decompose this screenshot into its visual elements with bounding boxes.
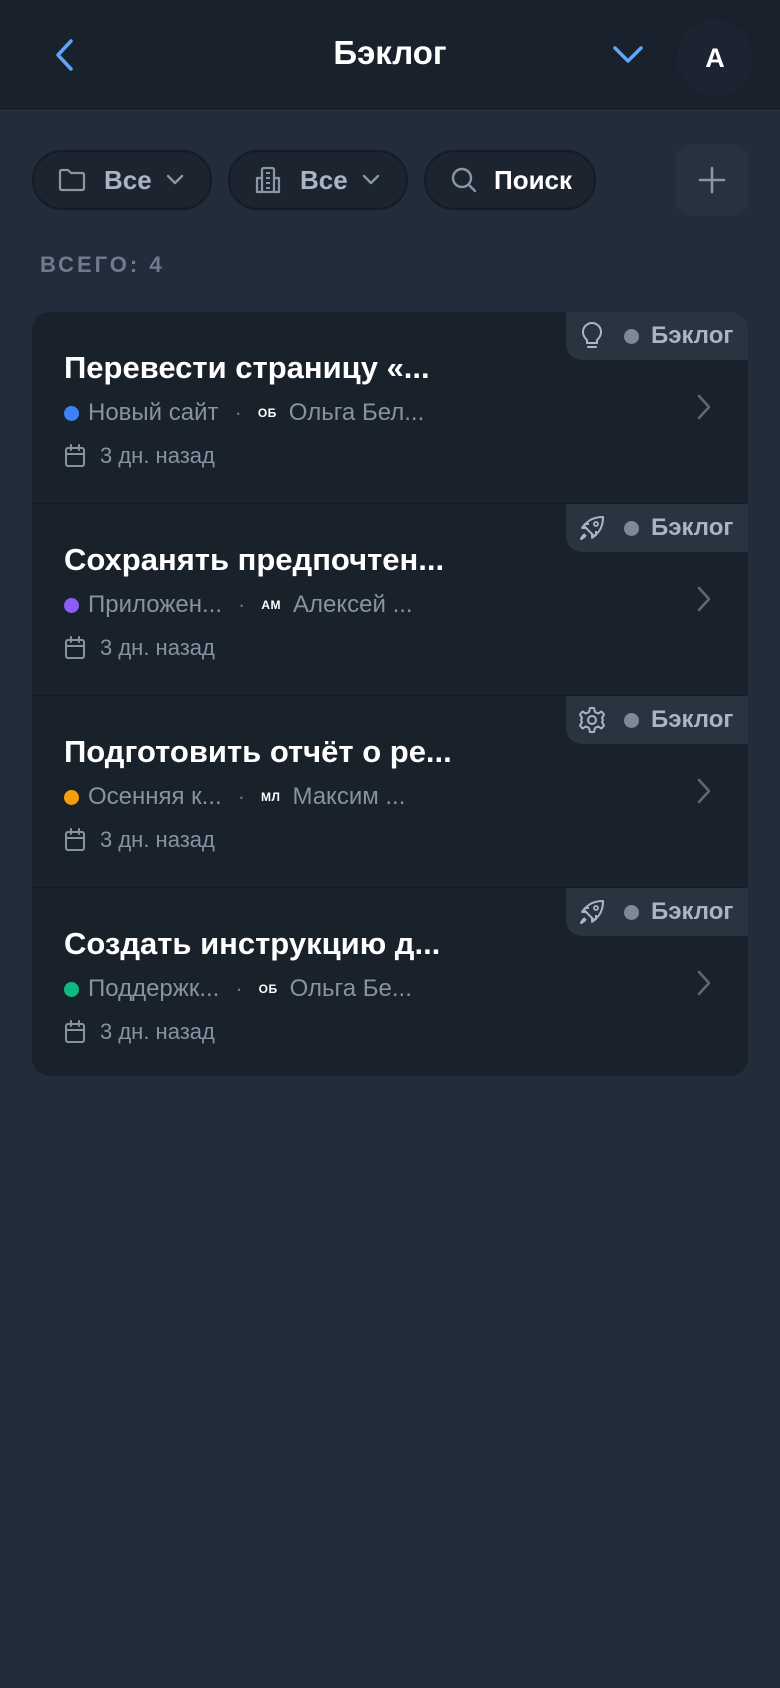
status-badge: Бэклог xyxy=(566,504,748,552)
status-dot xyxy=(624,904,639,920)
task-list: Бэклог Перевести страницу «... Новый сай… xyxy=(32,312,748,1076)
date-text: 3 дн. назад xyxy=(100,635,215,660)
assignee-initials: ОБ xyxy=(258,982,278,996)
separator-dot: · xyxy=(235,976,243,1001)
chevron-right-icon xyxy=(696,392,716,422)
search-label: Поиск xyxy=(494,164,573,195)
status-badge: Бэклог xyxy=(566,696,748,744)
task-title: Создать инструкцию д... xyxy=(64,926,441,961)
project-color-dot xyxy=(64,789,79,805)
add-task-button[interactable] xyxy=(676,144,748,216)
user-avatar[interactable]: A xyxy=(677,20,753,96)
task-title: Сохранять предпочтен... xyxy=(64,542,445,577)
chevron-down-icon xyxy=(166,170,186,190)
status-label: Бэклог xyxy=(651,322,734,349)
task-meta: Новый сайт · ОБ Ольга Бел... xyxy=(64,398,424,428)
separator-dot: · xyxy=(234,400,242,425)
assignee-name: Ольга Бел... xyxy=(288,399,425,426)
task-card[interactable]: Бэклог Сохранять предпочтен... Приложен.… xyxy=(32,504,748,696)
project-name: Осенняя к... xyxy=(88,783,222,810)
task-card[interactable]: Бэклог Перевести страницу «... Новый сай… xyxy=(32,312,748,504)
task-date: 3 дн. назад xyxy=(64,1017,215,1047)
building-icon xyxy=(254,166,282,194)
task-date: 3 дн. назад xyxy=(64,633,215,663)
date-text: 3 дн. назад xyxy=(100,443,215,468)
folder-filter[interactable]: Все xyxy=(32,150,212,210)
status-label: Бэклог xyxy=(651,898,734,925)
status-label: Бэклог xyxy=(651,706,734,733)
project-name: Приложен... xyxy=(88,591,223,618)
status-badge: Бэклог xyxy=(566,312,748,360)
task-title: Перевести страницу «... xyxy=(64,350,430,385)
page-title: Бэклог xyxy=(333,34,447,71)
chevron-right-icon xyxy=(696,584,716,614)
status-badge: Бэклог xyxy=(566,888,748,936)
project-name: Поддержк... xyxy=(88,975,220,1002)
calendar-icon xyxy=(64,444,86,468)
plus-icon xyxy=(698,166,726,194)
calendar-icon xyxy=(64,1020,86,1044)
rocket-icon xyxy=(578,514,606,542)
folder-filter-label: Все xyxy=(104,164,152,195)
organization-filter-label: Все xyxy=(300,164,348,195)
calendar-icon xyxy=(64,636,86,660)
task-title: Подготовить отчёт о ре... xyxy=(64,734,452,769)
view-menu-button[interactable] xyxy=(603,30,653,80)
organization-filter[interactable]: Все xyxy=(228,150,408,210)
date-text: 3 дн. назад xyxy=(100,1019,215,1044)
assignee-name: Ольга Бе... xyxy=(289,975,412,1002)
chevron-right-icon xyxy=(696,776,716,806)
assignee-name: Алексей ... xyxy=(293,591,413,618)
app-header: Бэклог A xyxy=(0,0,780,111)
rocket-icon xyxy=(578,898,606,926)
assignee-name: Максим ... xyxy=(292,783,406,810)
task-meta: Приложен... · АМ Алексей ... xyxy=(64,590,413,620)
status-dot xyxy=(624,712,639,728)
chevron-down-icon xyxy=(362,170,382,190)
separator-dot: · xyxy=(238,592,246,617)
folder-icon xyxy=(58,166,86,194)
assignee-initials: МЛ xyxy=(261,790,281,804)
task-date: 3 дн. назад xyxy=(64,825,215,855)
chevron-down-icon xyxy=(613,46,643,63)
search-button[interactable]: Поиск xyxy=(424,150,596,210)
project-color-dot xyxy=(64,405,79,421)
assignee-initials: АМ xyxy=(261,598,282,612)
task-meta: Осенняя к... · МЛ Максим ... xyxy=(64,782,405,812)
separator-dot: · xyxy=(237,784,246,809)
lightbulb-icon xyxy=(578,322,606,350)
chevron-right-icon xyxy=(696,968,716,998)
calendar-icon xyxy=(64,828,86,852)
status-label: Бэклог xyxy=(651,514,734,541)
total-count: ВСЕГО: 4 xyxy=(40,252,165,277)
task-meta: Поддержк... · ОБ Ольга Бе... xyxy=(64,974,412,1004)
gear-icon xyxy=(578,706,606,734)
project-name: Новый сайт xyxy=(88,399,219,426)
task-date: 3 дн. назад xyxy=(64,441,215,471)
status-dot xyxy=(624,328,639,344)
project-color-dot xyxy=(64,597,79,613)
assignee-initials: ОБ xyxy=(257,406,277,420)
project-color-dot xyxy=(64,981,79,997)
date-text: 3 дн. назад xyxy=(100,827,215,852)
task-card[interactable]: Бэклог Создать инструкцию д... Поддержк.… xyxy=(32,888,748,1076)
task-card[interactable]: Бэклог Подготовить отчёт о ре... Осенняя… xyxy=(32,696,748,888)
search-icon xyxy=(450,166,478,194)
status-dot xyxy=(624,520,639,536)
